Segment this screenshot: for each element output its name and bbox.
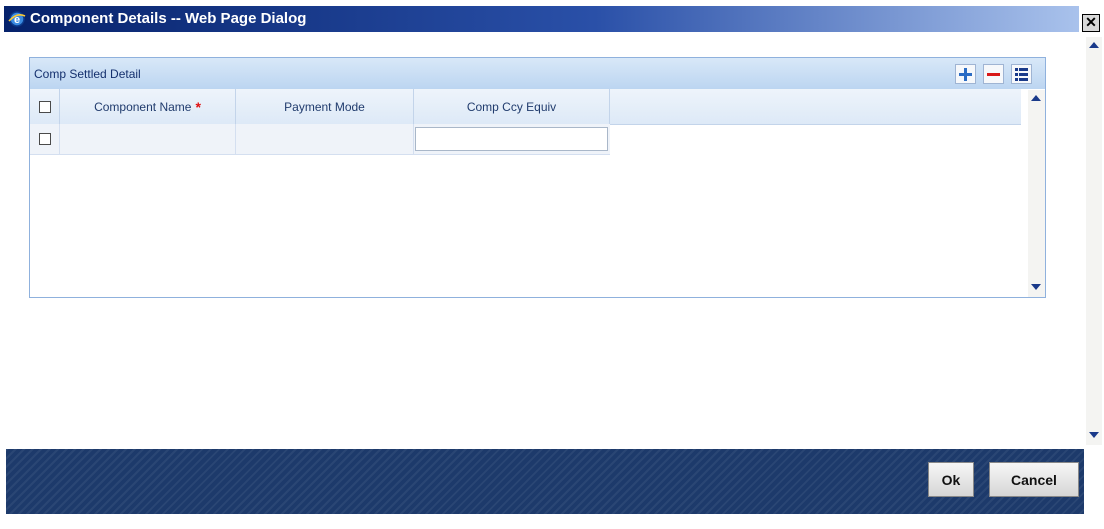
cancel-button[interactable]: Cancel — [989, 462, 1079, 497]
title-bar: e Component Details -- Web Page Dialog ✕ — [0, 0, 1104, 35]
view-list-icon — [1015, 67, 1028, 81]
select-all-checkbox[interactable] — [38, 100, 51, 113]
grid-scroll-up-button[interactable] — [1028, 90, 1044, 106]
panel-title: Comp Settled Detail — [34, 67, 141, 81]
grid-header-row: Component Name * Payment Mode Comp Ccy E… — [30, 89, 1021, 125]
grid-scroll-down-icon — [1031, 284, 1041, 290]
add-icon — [959, 67, 972, 81]
row-checkbox[interactable] — [38, 133, 51, 145]
component-name-header-label: Component Name — [94, 99, 192, 114]
payment-mode-cell[interactable] — [236, 124, 414, 154]
comp-ccy-equiv-input[interactable] — [415, 127, 608, 151]
close-button[interactable]: ✕ — [1082, 14, 1100, 32]
panel-header: Comp Settled Detail — [30, 58, 1045, 89]
payment-mode-header-label: Payment Mode — [284, 99, 365, 114]
window-vertical-scrollbar[interactable] — [1086, 37, 1102, 445]
window-title: Component Details -- Web Page Dialog — [30, 10, 307, 27]
row-select-cell — [30, 124, 60, 154]
comp-settled-detail-panel: Comp Settled Detail Component Name * Pay… — [29, 57, 1046, 298]
add-row-button[interactable] — [955, 64, 976, 84]
scroll-down-button[interactable] — [1086, 427, 1102, 443]
ie-logo-icon: e — [8, 10, 26, 28]
scroll-up-icon — [1089, 42, 1099, 48]
scroll-up-button[interactable] — [1086, 37, 1102, 53]
grid-scroll-up-icon — [1031, 95, 1041, 101]
dialog-window: e Component Details -- Web Page Dialog ✕… — [0, 0, 1104, 529]
single-view-button[interactable] — [1011, 64, 1032, 84]
delete-row-button[interactable] — [983, 64, 1004, 84]
comp-ccy-equiv-header-label: Comp Ccy Equiv — [466, 99, 557, 114]
column-header-comp-ccy-equiv[interactable]: Comp Ccy Equiv — [414, 89, 610, 124]
component-name-cell[interactable] — [60, 124, 236, 154]
grid-vertical-scrollbar[interactable] — [1028, 90, 1045, 297]
column-header-component-name[interactable]: Component Name * — [60, 89, 236, 124]
remove-icon — [987, 72, 1000, 76]
window-bottom-edge — [0, 514, 1104, 529]
grid-scroll-down-button[interactable] — [1028, 279, 1044, 295]
close-icon: ✕ — [1085, 14, 1097, 30]
column-header-payment-mode[interactable]: Payment Mode — [236, 89, 414, 124]
dialog-footer — [6, 449, 1084, 514]
ok-button[interactable]: Ok — [928, 462, 974, 497]
scroll-down-icon — [1089, 432, 1099, 438]
select-all-cell — [30, 89, 60, 124]
required-indicator: * — [195, 98, 201, 115]
